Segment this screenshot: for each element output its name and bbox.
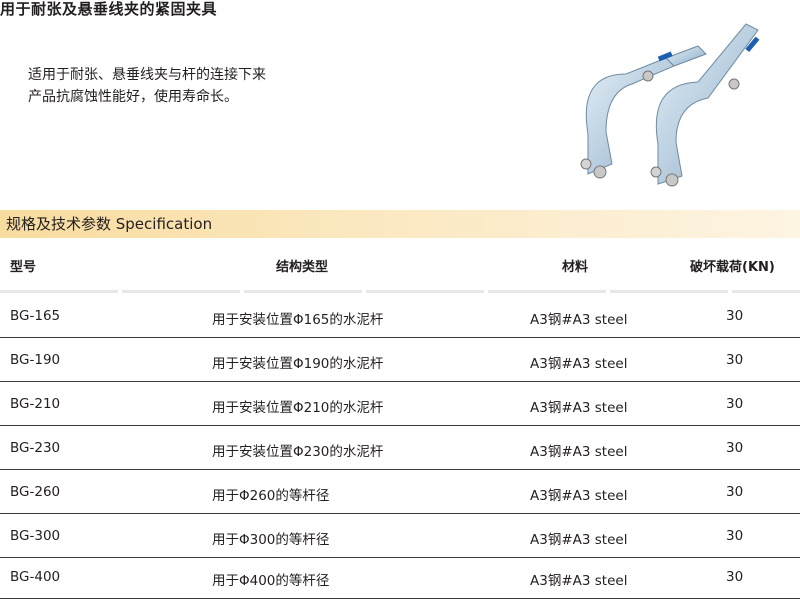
- table-row: BG-165 用于安装位置Φ165的水泥杆 A3钢#A3 steel 30: [0, 294, 800, 338]
- table-row: BG-210 用于安装位置Φ210的水泥杆 A3钢#A3 steel 30: [0, 382, 800, 426]
- header-model: 型号: [10, 260, 37, 275]
- table-row: BG-400 用于Φ400的等杆径 A3钢#A3 steel 30: [0, 555, 800, 599]
- cell-load: 30: [726, 440, 744, 456]
- cell-load: 30: [726, 308, 744, 324]
- cell-structure: 用于Φ400的等杆径: [212, 573, 330, 589]
- description-line-1: 适用于耐张、悬垂线夹与杆的连接下来: [28, 67, 266, 83]
- cell-structure: 用于安装位置Φ230的水泥杆: [212, 444, 384, 460]
- cell-structure: 用于Φ260的等杆径: [212, 488, 330, 504]
- cell-model: BG-300: [10, 528, 61, 544]
- clamp-product-photo: [580, 23, 760, 187]
- cell-load: 30: [726, 352, 744, 368]
- cell-structure: 用于Φ300的等杆径: [212, 532, 330, 548]
- cell-structure: 用于安装位置Φ165的水泥杆: [212, 312, 384, 328]
- product-description: 适用于耐张、悬垂线夹与杆的连接下来 产品抗腐蚀性能好，使用寿命长。: [28, 64, 266, 108]
- cell-model: BG-400: [10, 569, 61, 585]
- table-row: BG-260 用于Φ260的等杆径 A3钢#A3 steel 30: [0, 470, 800, 514]
- cell-model: BG-190: [10, 352, 61, 368]
- cell-load: 30: [726, 396, 744, 412]
- table-row: BG-230 用于安装位置Φ230的水泥杆 A3钢#A3 steel 30: [0, 426, 800, 470]
- header-divider: [0, 290, 800, 293]
- cell-model: BG-210: [10, 396, 61, 412]
- cell-material: A3钢#A3 steel: [530, 312, 628, 328]
- table-header: 型号 结构类型 材料 破坏载荷(KN): [0, 250, 800, 278]
- cell-model: BG-260: [10, 484, 61, 500]
- cell-load: 30: [726, 569, 744, 585]
- clamp-front: [650, 23, 760, 187]
- cell-material: A3钢#A3 steel: [530, 532, 628, 548]
- cell-material: A3钢#A3 steel: [530, 573, 628, 589]
- header-structure: 结构类型: [276, 260, 329, 275]
- header-breaking-load: 破坏载荷(KN): [690, 260, 775, 275]
- cell-load: 30: [726, 484, 744, 500]
- cell-material: A3钢#A3 steel: [530, 400, 628, 416]
- cell-structure: 用于安装位置Φ190的水泥杆: [212, 356, 384, 372]
- specification-title: 规格及技术参数 Specification: [6, 215, 213, 233]
- cell-model: BG-230: [10, 440, 61, 456]
- clamp-back: [580, 45, 707, 179]
- table-row: BG-300 用于Φ300的等杆径 A3钢#A3 steel 30: [0, 514, 800, 558]
- page-title: 用于耐张及悬垂线夹的紧固夹具: [0, 0, 218, 18]
- header-material: 材料: [562, 260, 589, 275]
- description-line-2: 产品抗腐蚀性能好，使用寿命长。: [28, 89, 238, 105]
- cell-material: A3钢#A3 steel: [530, 444, 628, 460]
- cell-material: A3钢#A3 steel: [530, 488, 628, 504]
- table-row: BG-190 用于安装位置Φ190的水泥杆 A3钢#A3 steel 30: [0, 338, 800, 382]
- cell-load: 30: [726, 528, 744, 544]
- cell-structure: 用于安装位置Φ210的水泥杆: [212, 400, 384, 416]
- cell-material: A3钢#A3 steel: [530, 356, 628, 372]
- cell-model: BG-165: [10, 308, 61, 324]
- specification-section-bar: 规格及技术参数 Specification: [0, 210, 800, 238]
